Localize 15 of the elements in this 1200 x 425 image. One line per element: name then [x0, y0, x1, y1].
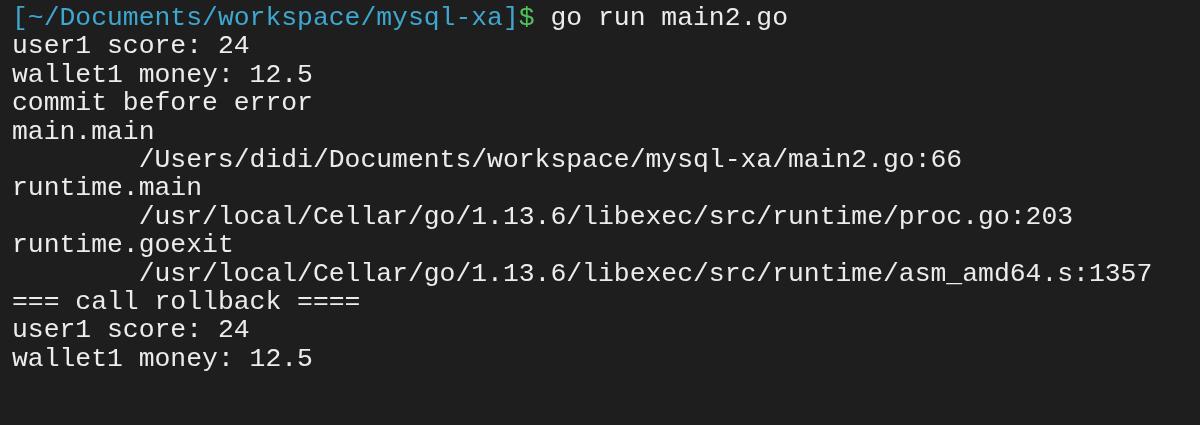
- source-location-line: /Users/didi/Documents/workspace/mysql-xa/main2.go:66: [138, 144, 963, 175]
- output-line: main.main: [12, 116, 155, 147]
- command-text: go run main2.go: [550, 3, 789, 33]
- output-line: runtime.goexit: [12, 230, 234, 261]
- output-line: wallet1 money: 12.5: [12, 59, 313, 90]
- output-line: === call rollback ====: [12, 286, 361, 317]
- output-line: user1 score: 24: [12, 31, 250, 62]
- prompt-symbol: $: [518, 3, 535, 33]
- output-line: commit before error: [12, 88, 313, 119]
- output-line: wallet1 money: 12.5: [12, 343, 313, 374]
- source-location-line: /usr/local/Cellar/go/1.13.6/libexec/src/runtime/proc.go:203: [138, 201, 1074, 232]
- output-line: runtime.main: [12, 173, 203, 204]
- output-line: user1 score: 24: [12, 315, 250, 346]
- source-location-line: /usr/local/Cellar/go/1.13.6/libexec/src/runtime/asm_amd64.s:1357: [138, 258, 1153, 289]
- prompt-path: [~/Documents/workspace/mysql-xa]: [12, 3, 519, 33]
